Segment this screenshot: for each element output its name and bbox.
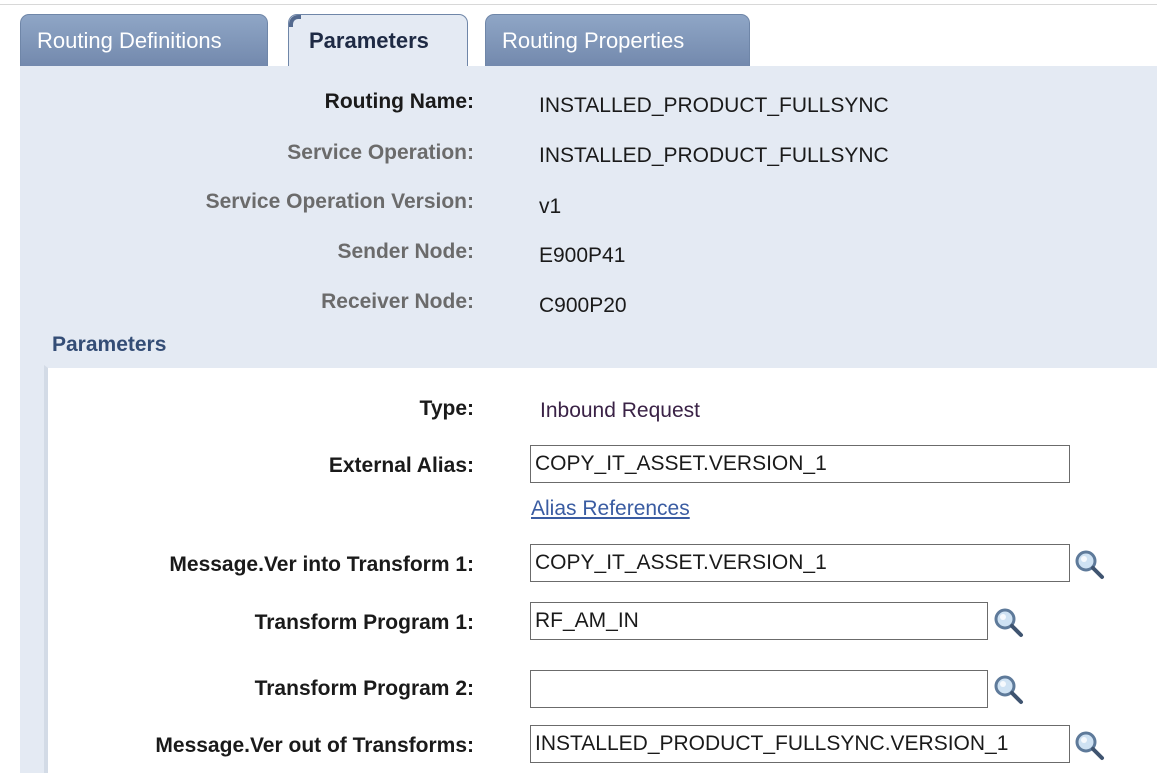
type-value: Inbound Request bbox=[540, 399, 700, 422]
msg-into-transform1-label: Message.Ver into Transform 1: bbox=[169, 553, 474, 576]
tab-routing-definitions[interactable]: Routing Definitions bbox=[20, 14, 268, 66]
tab-routing-properties[interactable]: Routing Properties bbox=[485, 14, 750, 66]
external-alias-field[interactable]: COPY_IT_ASSET.VERSION_1 bbox=[530, 445, 1070, 483]
receiver-node-label: Receiver Node: bbox=[321, 290, 474, 313]
sender-node-value: E900P41 bbox=[539, 244, 626, 267]
transform-program2-label: Transform Program 2: bbox=[254, 677, 474, 700]
transform-program2-field[interactable] bbox=[530, 670, 988, 708]
service-operation-version-label: Service Operation Version: bbox=[205, 190, 474, 213]
transform-program1-field[interactable]: RF_AM_IN bbox=[530, 602, 988, 640]
tab-label: Routing Definitions bbox=[37, 28, 222, 53]
service-operation-value: INSTALLED_PRODUCT_FULLSYNC bbox=[539, 144, 889, 167]
external-alias-label: External Alias: bbox=[328, 454, 474, 477]
msg-into-transform1-field[interactable]: COPY_IT_ASSET.VERSION_1 bbox=[530, 544, 1070, 582]
lookup-icon[interactable] bbox=[1073, 729, 1105, 761]
tab-parameters[interactable]: Parameters bbox=[288, 14, 468, 67]
sender-node-label: Sender Node: bbox=[337, 240, 474, 263]
receiver-node-value: C900P20 bbox=[539, 294, 627, 317]
tab-bar: Routing Definitions Parameters Routing P… bbox=[20, 14, 1157, 67]
lookup-icon[interactable] bbox=[1073, 548, 1105, 580]
main-panel: Routing Name: INSTALLED_PRODUCT_FULLSYNC… bbox=[20, 66, 1157, 773]
alias-references-link[interactable]: Alias References bbox=[531, 497, 690, 521]
type-label: Type: bbox=[419, 397, 474, 420]
tab-label: Parameters bbox=[309, 28, 429, 53]
page-root: Routing Definitions Parameters Routing P… bbox=[0, 0, 1157, 773]
active-tab-corner bbox=[289, 15, 301, 27]
msg-out-of-transforms-field[interactable]: INSTALLED_PRODUCT_FULLSYNC.VERSION_1 bbox=[530, 725, 1070, 763]
transform-program1-label: Transform Program 1: bbox=[254, 611, 474, 634]
msg-out-of-transforms-label: Message.Ver out of Transforms: bbox=[155, 734, 474, 757]
lookup-icon[interactable] bbox=[992, 673, 1024, 705]
routing-name-label: Routing Name: bbox=[324, 90, 474, 113]
lookup-icon[interactable] bbox=[992, 606, 1024, 638]
routing-name-value: INSTALLED_PRODUCT_FULLSYNC bbox=[539, 94, 889, 117]
tab-label: Routing Properties bbox=[502, 28, 685, 53]
service-operation-label: Service Operation: bbox=[287, 141, 474, 164]
service-operation-version-value: v1 bbox=[539, 195, 562, 218]
top-divider bbox=[0, 4, 1157, 5]
parameters-section-title: Parameters bbox=[52, 333, 167, 356]
